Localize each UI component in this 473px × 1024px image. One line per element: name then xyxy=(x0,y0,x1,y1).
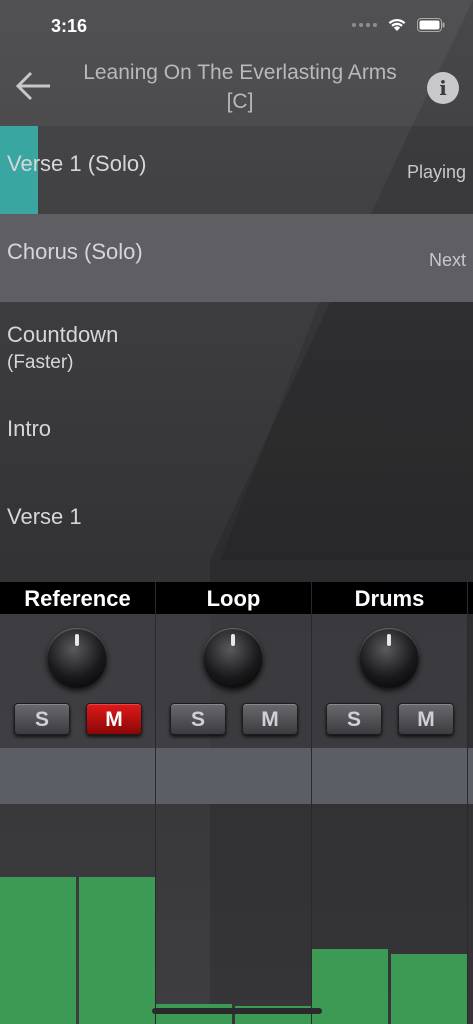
meter-bar-left xyxy=(0,877,76,1024)
fader-strip-drums[interactable] xyxy=(312,748,473,804)
section-state: Next xyxy=(428,250,466,270)
channel-divider xyxy=(467,582,468,1024)
wifi-icon xyxy=(388,18,406,31)
channel-divider xyxy=(155,582,156,1024)
mute-button[interactable]: M xyxy=(242,703,298,735)
status-bar: 3:16 xyxy=(0,0,473,52)
section-row-countdown[interactable]: Countdown (Faster) xyxy=(0,302,473,390)
section-label: Countdown xyxy=(7,322,119,347)
section-label: Intro xyxy=(7,416,52,441)
home-indicator[interactable] xyxy=(152,1008,322,1014)
meter-bar-left xyxy=(312,949,388,1024)
song-key: [C] xyxy=(226,90,254,113)
fader-strip-loop[interactable] xyxy=(156,748,311,804)
info-icon[interactable]: i xyxy=(427,72,459,104)
mixer: Reference Loop Drums S M S M S M xyxy=(0,582,473,1024)
cellular-signal-icon xyxy=(352,22,377,27)
solo-button[interactable]: S xyxy=(14,703,70,735)
solo-button[interactable]: S xyxy=(170,703,226,735)
channel-strip-loop: S M xyxy=(156,614,311,748)
section-row-verse-1[interactable]: Verse 1 xyxy=(0,478,473,566)
section-label: Chorus (Solo) xyxy=(7,239,143,264)
song-title: Leaning On The Everlasting Arms [C] xyxy=(60,58,420,116)
mute-button[interactable]: M xyxy=(86,703,142,735)
mute-button[interactable]: M xyxy=(398,703,454,735)
solo-button[interactable]: S xyxy=(326,703,382,735)
section-row-verse-1-solo[interactable]: Verse 1 (Solo) Playing xyxy=(0,126,473,214)
channel-name-overflow xyxy=(468,582,473,614)
section-row-intro[interactable]: Intro xyxy=(0,390,473,478)
meter-bar-right xyxy=(391,954,467,1024)
battery-icon xyxy=(417,17,445,32)
level-meter-reference xyxy=(0,804,155,1024)
section-label: Verse 1 (Solo) xyxy=(7,151,147,176)
channel-strip-drums: S M xyxy=(312,614,467,748)
channel-strip-reference: S M xyxy=(0,614,155,748)
volume-knob[interactable] xyxy=(359,628,419,688)
section-list: Verse 1 (Solo) Playing Chorus (Solo) Nex… xyxy=(0,126,473,566)
section-state: Playing xyxy=(406,162,466,182)
volume-knob[interactable] xyxy=(47,628,107,688)
channel-name-loop: Loop xyxy=(156,582,311,614)
meter-bar-right xyxy=(79,877,155,1024)
channel-name-reference: Reference xyxy=(0,582,155,614)
status-icons xyxy=(352,17,445,32)
section-row-chorus-solo[interactable]: Chorus (Solo) Next xyxy=(0,214,473,302)
level-meter-drums xyxy=(312,804,473,1024)
level-meter-loop xyxy=(156,804,311,1024)
header: Leaning On The Everlasting Arms [C] i xyxy=(0,52,473,126)
section-label: Verse 1 xyxy=(7,504,82,529)
section-sublabel: (Faster) xyxy=(7,352,74,373)
channel-divider xyxy=(311,582,312,1024)
meter-bar-left xyxy=(156,1004,232,1024)
song-title-name: Leaning On The Everlasting Arms xyxy=(83,61,397,84)
fader-strip-reference[interactable] xyxy=(0,748,155,804)
volume-knob[interactable] xyxy=(203,628,263,688)
channel-name-drums: Drums xyxy=(312,582,467,614)
arrow-left-icon[interactable] xyxy=(14,68,54,104)
status-time: 3:16 xyxy=(51,16,88,36)
